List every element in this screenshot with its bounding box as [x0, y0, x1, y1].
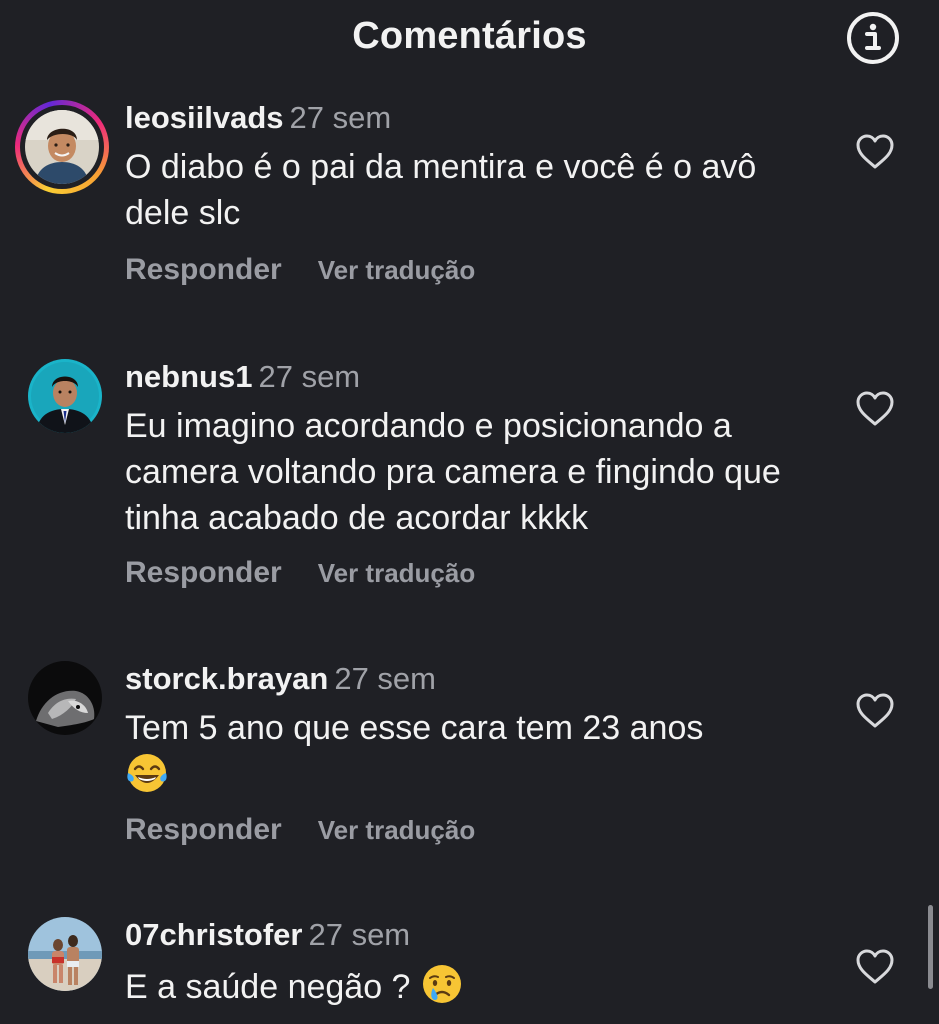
comment-username[interactable]: 07christofer — [125, 917, 302, 952]
comment-meta: storck.brayan 27 sem — [125, 659, 436, 699]
scrollbar[interactable] — [928, 905, 933, 989]
translate-button[interactable]: Ver tradução — [318, 815, 476, 845]
translate-button[interactable]: Ver tradução — [318, 255, 476, 285]
avatar[interactable] — [28, 661, 102, 735]
reply-button[interactable]: Responder — [125, 253, 282, 286]
heart-icon[interactable] — [855, 133, 895, 171]
avatar[interactable] — [28, 917, 102, 991]
translate-button[interactable]: Ver tradução — [318, 558, 476, 588]
comment-meta: leosiilvads 27 sem — [125, 98, 391, 138]
comment-time: 27 sem — [258, 359, 361, 394]
reply-button[interactable]: Responder — [125, 813, 282, 846]
heart-icon[interactable] — [855, 390, 895, 428]
comment-list: leosiilvads 27 sem O diabo é o pai da men… — [0, 0, 939, 1024]
comment-time: 27 sem — [289, 100, 392, 135]
comment-time: 27 sem — [308, 917, 411, 952]
comment-actions: Responder Ver tradução — [125, 250, 475, 290]
tears-of-joy-emoji — [125, 751, 169, 795]
avatar[interactable] — [15, 100, 109, 194]
heart-icon[interactable] — [855, 692, 895, 730]
comment-time: 27 sem — [334, 661, 436, 696]
comment-actions: Responder Ver tradução — [125, 810, 475, 850]
comment-text: Eu imagino acordando e posicionando a ca… — [125, 407, 781, 537]
comment-meta: nebnus1 27 sem — [125, 357, 360, 397]
avatar[interactable] — [28, 359, 102, 433]
comment-text-wrapper: Tem 5 ano que esse cara tem 23 anos — [125, 705, 815, 799]
reply-button[interactable]: Responder — [125, 556, 282, 589]
crying-face-emoji — [420, 962, 464, 1006]
comment-text: Tem 5 ano que esse cara tem 23 anos — [125, 709, 704, 747]
comment-text: O diabo é o pai da mentira e você é o av… — [125, 148, 757, 232]
comment-text: E a saúde negão ? — [125, 968, 411, 1006]
comments-screen: Comentários leosiilvads 27 sem O diabo é… — [0, 0, 939, 1024]
comment-meta: 07christofer 27 sem — [125, 915, 410, 955]
comment-username[interactable]: leosiilvads — [125, 100, 284, 135]
comment-username[interactable]: storck.brayan — [125, 661, 328, 696]
heart-icon[interactable] — [855, 948, 895, 986]
comment-actions: Responder Ver tradução — [125, 553, 475, 593]
comment-username[interactable]: nebnus1 — [125, 359, 252, 394]
comment-text-wrapper: E a saúde negão ? — [125, 962, 815, 1010]
